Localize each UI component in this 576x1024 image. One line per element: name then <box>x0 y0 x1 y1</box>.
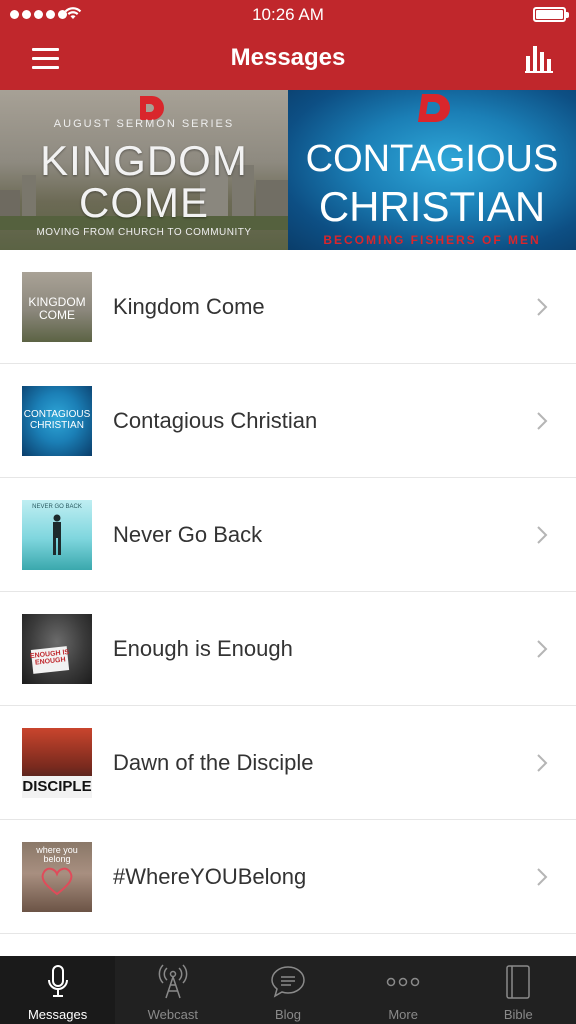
tab-blog[interactable]: Blog <box>230 956 345 1024</box>
speech-bubble-icon <box>271 966 305 998</box>
tab-webcast[interactable]: Webcast <box>115 956 230 1024</box>
battery-icon <box>533 7 569 22</box>
thumbnail-text: NEVER GO BACK <box>32 504 82 510</box>
list-item-label: #WhereYOUBelong <box>113 864 307 889</box>
chevron-right-icon <box>537 640 548 658</box>
bar-chart-icon[interactable] <box>524 44 556 74</box>
heart-graphic <box>41 867 73 896</box>
chevron-right-icon <box>537 412 548 430</box>
banner-title-line2: COME <box>79 179 209 226</box>
church-logo-icon <box>418 94 450 122</box>
chevron-right-icon <box>537 526 548 544</box>
tab-label: More <box>388 1007 418 1022</box>
list-item[interactable]: ENOUGH IS ENOUGH Enough is Enough <box>0 592 576 706</box>
series-thumbnail: where you belong <box>22 842 92 912</box>
list-item-label: Contagious Christian <box>113 408 318 433</box>
top-bar: 10:26 AM Messages <box>0 0 576 90</box>
banner-title-line1: CONTAGIOUS <box>305 138 559 180</box>
tab-label: Bible <box>503 1007 533 1022</box>
banner-tagline: MOVING FROM CHURCH TO COMMUNITY <box>36 227 252 238</box>
banner-title-line2: CHRISTIAN <box>318 183 546 230</box>
banner-kingdom-come[interactable]: AUGUST SERMON SERIES KINGDOM COME MOVING… <box>0 90 288 250</box>
banner-contagious-christian[interactable]: CONTAGIOUS CHRISTIAN BECOMING FISHERS OF… <box>288 90 576 250</box>
status-bar: 10:26 AM <box>0 0 576 30</box>
chevron-right-icon <box>537 754 548 772</box>
broadcast-tower-icon <box>158 964 188 999</box>
list-item[interactable]: DISCIPLE Dawn of the Disciple <box>0 706 576 820</box>
tab-label: Blog <box>274 1007 301 1022</box>
book-icon <box>506 965 531 999</box>
list-item[interactable]: NEVER GO BACK Never Go Back <box>0 478 576 592</box>
thumbnail-text: where you belong <box>36 845 78 865</box>
series-thumbnail: NEVER GO BACK <box>22 500 92 570</box>
list-item-label: Dawn of the Disciple <box>113 750 314 775</box>
list-item-label: Enough is Enough <box>113 636 293 661</box>
list-item[interactable]: CONTAGIOUS CHRISTIAN Contagious Christia… <box>0 364 576 478</box>
chevron-right-icon <box>537 298 548 316</box>
series-thumbnail: DISCIPLE <box>22 728 92 798</box>
banner-tagline: BECOMING FISHERS OF MEN <box>323 233 541 247</box>
microphone-icon <box>47 965 68 997</box>
thumbnail-text: CONTAGIOUS CHRISTIAN <box>23 409 91 431</box>
tab-label: Webcast <box>147 1007 198 1022</box>
list-item[interactable]: where you belong #WhereYOUBelong <box>0 820 576 934</box>
tab-messages[interactable]: Messages <box>0 956 116 1024</box>
tab-more[interactable]: More <box>346 956 461 1024</box>
tab-bible[interactable]: Bible <box>461 956 576 1024</box>
walking-person-graphic <box>53 514 61 555</box>
thumbnail-text: DISCIPLE <box>22 778 92 795</box>
status-time: 10:26 AM <box>252 5 324 24</box>
tab-label: Messages <box>27 1007 88 1022</box>
series-thumbnail: CONTAGIOUS CHRISTIAN <box>22 386 92 456</box>
thumbnail-text: KINGDOM COME <box>28 295 86 322</box>
navigation-bar: Messages <box>0 30 576 90</box>
series-thumbnail: ENOUGH IS ENOUGH <box>22 614 92 684</box>
list-item-label: Kingdom Come <box>113 294 265 319</box>
list-item[interactable]: KINGDOM COME Kingdom Come <box>0 250 576 364</box>
chevron-right-icon <box>537 868 548 886</box>
banner-title-line1: KINGDOM <box>40 137 248 184</box>
featured-banners: AUGUST SERMON SERIES KINGDOM COME MOVING… <box>0 90 576 250</box>
page-title: Messages <box>230 44 346 71</box>
tab-bar: Messages Webcast Blog More Bible <box>0 956 576 1024</box>
more-dots-icon <box>386 977 420 987</box>
list-item-label: Never Go Back <box>113 522 263 547</box>
messages-list: KINGDOM COME Kingdom Come CONTAGIOUS CHR… <box>0 250 576 956</box>
banner-kicker: AUGUST SERMON SERIES <box>53 118 235 130</box>
series-thumbnail: KINGDOM COME <box>22 272 92 342</box>
